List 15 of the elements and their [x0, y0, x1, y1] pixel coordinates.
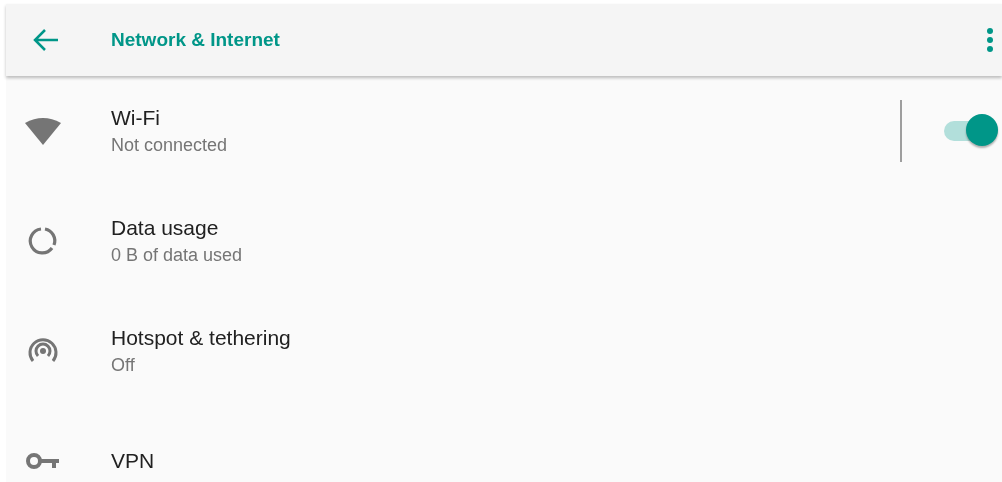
settings-item[interactable]: Wi-Fi Not connected [6, 76, 1002, 186]
item-title: VPN [111, 448, 155, 474]
settings-item[interactable]: VPN [6, 406, 1002, 482]
item-subtitle: Off [111, 354, 136, 377]
item-subtitle: Not connected [111, 134, 228, 157]
item-title: Hotspot & tethering [111, 325, 291, 351]
page-title: Network & Internet [111, 27, 280, 52]
item-title: Wi-Fi [111, 105, 161, 131]
data-usage-icon [27, 226, 58, 256]
item-subtitle: 0 B of data used [111, 244, 243, 267]
settings-item[interactable]: Data usage 0 B of data used [6, 186, 1002, 296]
settings-item[interactable]: Hotspot & tethering Off [6, 296, 1002, 406]
wifi-icon [24, 117, 61, 145]
item-title: Data usage [111, 215, 220, 241]
key-icon [25, 452, 60, 470]
